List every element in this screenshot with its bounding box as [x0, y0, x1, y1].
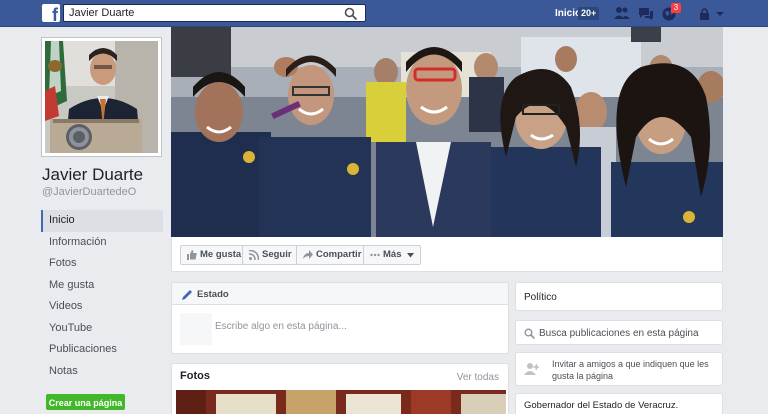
composer-input[interactable]: Escribe algo en esta página...: [215, 321, 347, 332]
composer-avatar: [180, 313, 212, 345]
nav-item-publicaciones[interactable]: Publicaciones: [41, 339, 163, 361]
messages-icon[interactable]: [638, 6, 654, 21]
notifications-badge: 3: [671, 3, 681, 13]
home-count-badge: 20+: [578, 7, 600, 20]
search-icon: [524, 328, 535, 339]
photo-thumbnail-image: [176, 390, 506, 414]
profile-picture[interactable]: [41, 37, 162, 157]
page-action-bar: Me gusta Seguir Compartir Más: [171, 237, 723, 272]
cover-photo[interactable]: [171, 27, 723, 237]
share-page-button[interactable]: Compartir: [296, 245, 370, 265]
follow-page-button[interactable]: Seguir: [242, 245, 300, 265]
status-composer: Estado Escribe algo en esta página...: [171, 282, 509, 354]
nav-item-notas[interactable]: Notas: [41, 361, 163, 383]
page-category-card[interactable]: Político: [515, 282, 723, 311]
more-options-button[interactable]: Más: [363, 245, 422, 265]
invite-friends-card[interactable]: Invitar a amigos a que indiquen que les …: [515, 352, 723, 386]
page-handle[interactable]: @JavierDuartedeO: [42, 186, 136, 198]
chevron-down-icon: [407, 253, 415, 258]
composer-tab-estado[interactable]: Estado: [197, 289, 229, 300]
photo-thumbnail[interactable]: [176, 390, 506, 414]
left-nav: Inicio Información Fotos Me gusta Videos…: [41, 210, 163, 382]
nav-item-fotos[interactable]: Fotos: [41, 253, 163, 275]
invite-friends-text[interactable]: Invitar a amigos a que indiquen que les …: [552, 358, 720, 382]
see-all-photos-link[interactable]: Ver todas: [457, 372, 499, 383]
cover-photo-image: [171, 27, 723, 237]
photos-title: Fotos: [180, 370, 210, 382]
friend-requests-icon[interactable]: [614, 6, 630, 21]
account-menu-chevron-icon[interactable]: [715, 6, 725, 21]
facebook-logo-icon[interactable]: f: [42, 4, 60, 24]
search-input[interactable]: [64, 5, 334, 21]
search-posts-input[interactable]: Busca publicaciones en esta página: [539, 328, 699, 339]
composer-header: Estado: [172, 283, 508, 305]
follow-page-label: Seguir: [262, 249, 292, 260]
nav-item-videos[interactable]: Videos: [41, 296, 163, 318]
more-dots-icon: [370, 253, 380, 257]
about-card: Gobernador del Estado de Veracruz.: [515, 393, 723, 414]
nav-item-inicio[interactable]: Inicio: [41, 210, 163, 232]
create-page-button[interactable]: Crear una página: [46, 394, 125, 410]
add-friend-icon: [524, 363, 539, 375]
pencil-icon: [182, 290, 192, 300]
thumbs-up-icon: [187, 250, 197, 260]
privacy-lock-icon[interactable]: [698, 6, 711, 21]
like-page-button[interactable]: Me gusta: [180, 245, 250, 265]
nav-item-youtube[interactable]: YouTube: [41, 318, 163, 340]
profile-photo-image: [45, 41, 158, 153]
share-arrow-icon: [303, 250, 313, 259]
photos-section: Fotos Ver todas: [171, 363, 509, 414]
more-options-label: Más: [383, 249, 402, 260]
page-title: Javier Duarte: [42, 165, 144, 184]
top-bar: f Inicio 20+ 3: [0, 0, 768, 27]
share-page-label: Compartir: [316, 249, 362, 260]
like-page-label: Me gusta: [200, 249, 242, 260]
page-category: Político: [524, 292, 557, 303]
search-icon[interactable]: [344, 7, 358, 21]
about-text: Gobernador del Estado de Veracruz.: [524, 400, 679, 411]
search-box[interactable]: [63, 4, 366, 22]
search-posts-card[interactable]: Busca publicaciones en esta página: [515, 320, 723, 345]
rss-follow-icon: [249, 250, 259, 260]
nav-item-me-gusta[interactable]: Me gusta: [41, 275, 163, 297]
nav-item-informacion[interactable]: Información: [41, 232, 163, 254]
